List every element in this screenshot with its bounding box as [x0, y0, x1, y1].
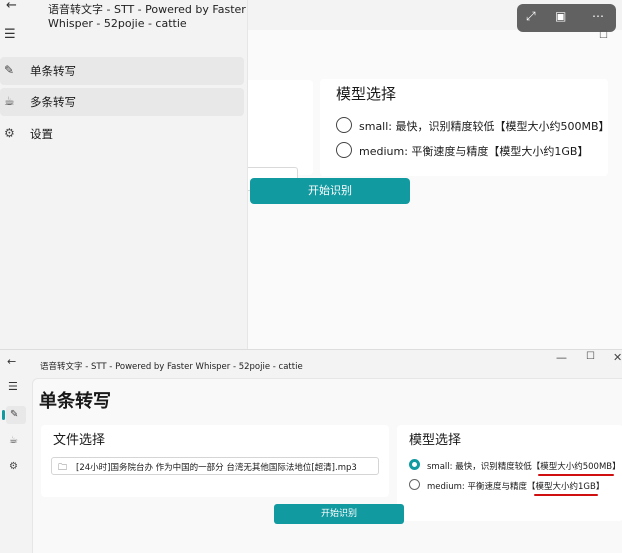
folder-icon: 🗀 [58, 463, 68, 473]
radio-button[interactable] [336, 117, 352, 133]
nav-item-label: 设置 [30, 127, 53, 141]
mug-icon[interactable]: ☕ [9, 435, 18, 446]
window-title: 语音转文字 - STT - Powered by Faster Whisper … [40, 362, 303, 372]
nav-item-single[interactable]: ✎ 单条转写 [0, 57, 244, 85]
hamburger-menu-icon[interactable]: ☰ [8, 380, 18, 393]
size-highlight: 模型大小约1GB [535, 482, 596, 492]
scan-text-icon[interactable]: ▣ [555, 9, 566, 23]
content-area: 单条转写 文件选择 🗀 [24小时]国务院台办 作为中国的一部分 台湾无其他国际… [32, 378, 622, 553]
size-highlight: 模型大小约500MB [540, 462, 613, 472]
model-section-title: 模型选择 [336, 85, 397, 103]
model-card: 模型选择 small: 最快，识别精度较低【模型大小约500MB】 medium… [320, 79, 610, 176]
close-button[interactable]: ✕ [613, 351, 622, 364]
edit-icon: ✎ [4, 63, 15, 77]
window-title: 语音转文字 - STT - Powered by Faster Whisper … [48, 3, 246, 30]
option-label: small: 最快，识别精度较低【模型大小约500MB】 [359, 120, 610, 133]
nav-item-settings[interactable]: ⚙ 设置 [0, 120, 244, 148]
start-button[interactable]: 开始识别 [250, 178, 410, 204]
file-card [248, 80, 313, 191]
model-card: 模型选择 small: 最快，识别精度较低【模型大小约500MB】 medium… [397, 425, 622, 521]
maximize-button[interactable]: ☐ [586, 351, 595, 362]
file-picker[interactable]: 🗀 [24小时]国务院台办 作为中国的一部分 台湾无其他国际法地位[超清].mp… [51, 457, 379, 475]
more-icon[interactable]: ⋯ [592, 9, 604, 23]
option-label: medium: 平衡速度与精度【模型大小约1GB】 [359, 145, 589, 158]
expand-icon[interactable]: ⤢ [526, 9, 536, 24]
image-overlay-toolbar: ⤢ ▣ ⋯ [517, 4, 616, 32]
mug-icon: ☕ [4, 94, 15, 108]
radio-button[interactable] [336, 142, 352, 158]
selection-indicator [2, 410, 5, 420]
nav-pane: ← 语音转文字 - STT - Powered by Faster Whispe… [0, 0, 248, 350]
bottom-screenshot: ← 语音转文字 - STT - Powered by Faster Whispe… [0, 350, 622, 553]
file-name: [24小时]国务院台办 作为中国的一部分 台湾无其他国际法地位[超清].mp3 [76, 463, 357, 473]
page-title: 单条转写 [39, 391, 111, 412]
back-arrow-icon[interactable]: ← [6, 0, 17, 13]
file-section-title: 文件选择 [53, 433, 106, 448]
minimize-button[interactable]: — [556, 351, 567, 364]
nav-item-label: 单条转写 [30, 64, 76, 78]
edit-icon[interactable]: ✎ [6, 406, 26, 424]
file-card: 文件选择 🗀 [24小时]国务院台办 作为中国的一部分 台湾无其他国际法地位[超… [41, 425, 389, 497]
radio-button-selected[interactable] [409, 459, 420, 470]
gear-icon: ⚙ [4, 126, 15, 140]
nav-item-label: 多条转写 [30, 95, 76, 109]
gear-icon[interactable]: ⚙ [9, 461, 18, 472]
start-button[interactable]: 开始识别 [274, 504, 404, 524]
option-label: medium: 平衡速度与精度【模型大小约1GB】 [427, 482, 605, 492]
top-screenshot: 模型选择 small: 最快，识别精度较低【模型大小约500MB】 medium… [0, 0, 622, 350]
maximize-icon[interactable]: ☐ [599, 30, 608, 41]
back-arrow-icon[interactable]: ← [7, 355, 16, 368]
nav-item-batch[interactable]: ☕ 多条转写 [0, 88, 244, 116]
option-label: small: 最快，识别精度较低【模型大小约500MB】 [427, 462, 621, 472]
radio-button[interactable] [409, 479, 420, 490]
model-section-title: 模型选择 [409, 433, 462, 448]
hamburger-menu-icon[interactable]: ☰ [4, 27, 16, 42]
